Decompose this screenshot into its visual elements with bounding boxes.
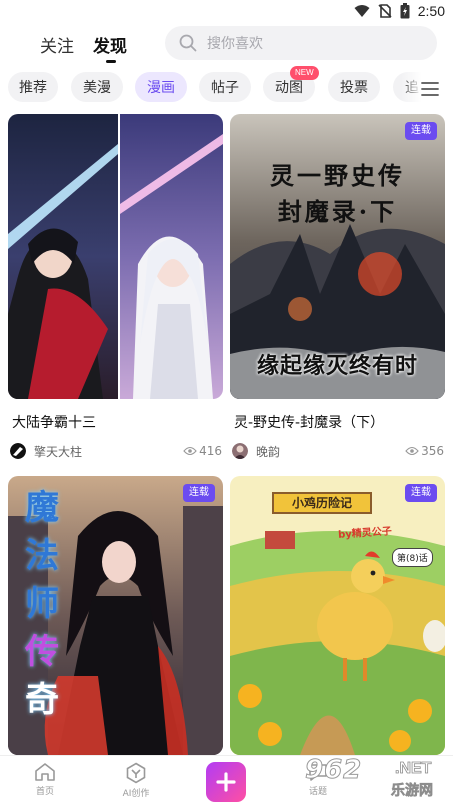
wifi-icon [354, 5, 370, 17]
search-bar[interactable]: 搜你喜欢 [165, 26, 437, 60]
card-title[interactable]: 灵-野史传-封魔录（下） [234, 412, 384, 432]
chip-label: 美漫 [83, 80, 111, 96]
cover-char: 传 [25, 632, 59, 672]
plus-icon [216, 772, 236, 792]
cover-art-anime-duel [8, 114, 223, 399]
status-bar: 2:50 [0, 0, 453, 26]
cover-art-chicken-farm [230, 476, 445, 755]
card-meta: 擎天大柱 416 [10, 441, 222, 461]
cover-char: 奇 [25, 680, 59, 720]
serial-badge: 连载 [405, 484, 437, 502]
feed-card[interactable]: 灵一野史传 封魔录·下 缘起缘灭终有时 连载 灵-野史传-封魔录（下） 晚韵 3… [230, 114, 445, 464]
create-post-button[interactable] [206, 762, 246, 802]
tab-active-indicator [106, 60, 116, 63]
status-time: 2:50 [417, 3, 445, 19]
cover-char: 法 [25, 536, 59, 576]
nav-home[interactable]: 首页 [15, 762, 75, 797]
chip-comics[interactable]: 漫画 [135, 72, 187, 102]
tab-following[interactable]: 关注 [40, 32, 74, 57]
serial-badge: 连载 [183, 484, 215, 502]
chip-posts[interactable]: 帖子 [199, 72, 251, 102]
chip-recommend[interactable]: 推荐 [8, 72, 58, 102]
cover-vertical-title: 魔 法 师 传 奇 [20, 484, 64, 724]
no-sim-icon [378, 4, 392, 18]
cover-image[interactable] [8, 114, 223, 399]
watermark-domain: .NET [395, 760, 432, 778]
cover-title-sign: 小鸡历险记 [272, 492, 372, 514]
view-count: 356 [405, 444, 444, 458]
home-icon [35, 763, 55, 781]
cover-image[interactable]: 魔 法 师 传 奇 连载 [8, 476, 223, 755]
chip-label: 漫画 [147, 80, 175, 96]
tab-discover[interactable]: 发现 [93, 32, 127, 63]
card-meta: 晚韵 356 [232, 441, 444, 461]
card-title[interactable]: 大陆争霸十三 [12, 412, 96, 432]
chip-us-comics[interactable]: 美漫 [71, 72, 123, 102]
eye-icon [183, 446, 197, 456]
chips-menu-button[interactable] [401, 72, 453, 106]
tab-following-label: 关注 [40, 37, 74, 57]
feed-card[interactable]: 魔 法 师 传 奇 连载 [8, 476, 223, 756]
view-count-value: 416 [199, 444, 222, 458]
nav-ai-create[interactable]: AI创作 [106, 762, 166, 799]
watermark-text: 乐游网 [391, 783, 434, 800]
search-icon [179, 34, 197, 52]
status-icons: 2:50 [354, 3, 445, 19]
battery-icon [400, 3, 410, 19]
ai-create-icon [126, 762, 146, 784]
cover-episode-bubble: 第(8)话 [392, 548, 433, 567]
cover-char: 魔 [25, 488, 59, 528]
nav-ai-create-label: AI创作 [122, 789, 150, 799]
feed-card[interactable]: 小鸡历险记 by精灵公子 第(8)话 连载 [230, 476, 445, 756]
watermark-number: 962 [304, 755, 363, 786]
search-placeholder: 搜你喜欢 [207, 36, 263, 52]
menu-icon [421, 82, 439, 96]
view-count: 416 [183, 444, 222, 458]
chip-label: 推荐 [19, 80, 47, 96]
cover-image[interactable]: 小鸡历险记 by精灵公子 第(8)话 连载 [230, 476, 445, 755]
new-badge: NEW [290, 66, 319, 80]
watermark: 962 .NET 乐游网 [304, 752, 453, 805]
avatar[interactable] [232, 443, 248, 459]
cover-title-line1: 灵一野史传 [270, 161, 405, 190]
cover-image[interactable]: 灵一野史传 封魔录·下 缘起缘灭终有时 连载 [230, 114, 445, 399]
author-name[interactable]: 晚韵 [256, 443, 280, 460]
author-name[interactable]: 擎天大柱 [34, 443, 82, 460]
chip-label: 帖子 [211, 80, 239, 96]
eye-icon [405, 446, 419, 456]
view-count-value: 356 [421, 444, 444, 458]
cover-char: 师 [25, 584, 59, 624]
feed-card[interactable]: 大陆争霸十三 擎天大柱 416 [8, 114, 223, 464]
serial-badge: 连载 [405, 122, 437, 140]
avatar[interactable] [10, 443, 26, 459]
cover-title-line2: 封魔录·下 [277, 197, 398, 226]
top-header: 关注 发现 搜你喜欢 [0, 26, 453, 68]
chip-label: 投票 [340, 80, 368, 96]
tab-discover-label: 发现 [93, 37, 127, 57]
nav-home-label: 首页 [35, 787, 54, 797]
cover-subtitle: 缘起缘灭终有时 [256, 353, 418, 379]
category-bar: 推荐 美漫 漫画 帖子 动图 投票 追 [0, 72, 453, 106]
chip-vote[interactable]: 投票 [328, 72, 380, 102]
chip-label: 动图 [275, 80, 303, 96]
